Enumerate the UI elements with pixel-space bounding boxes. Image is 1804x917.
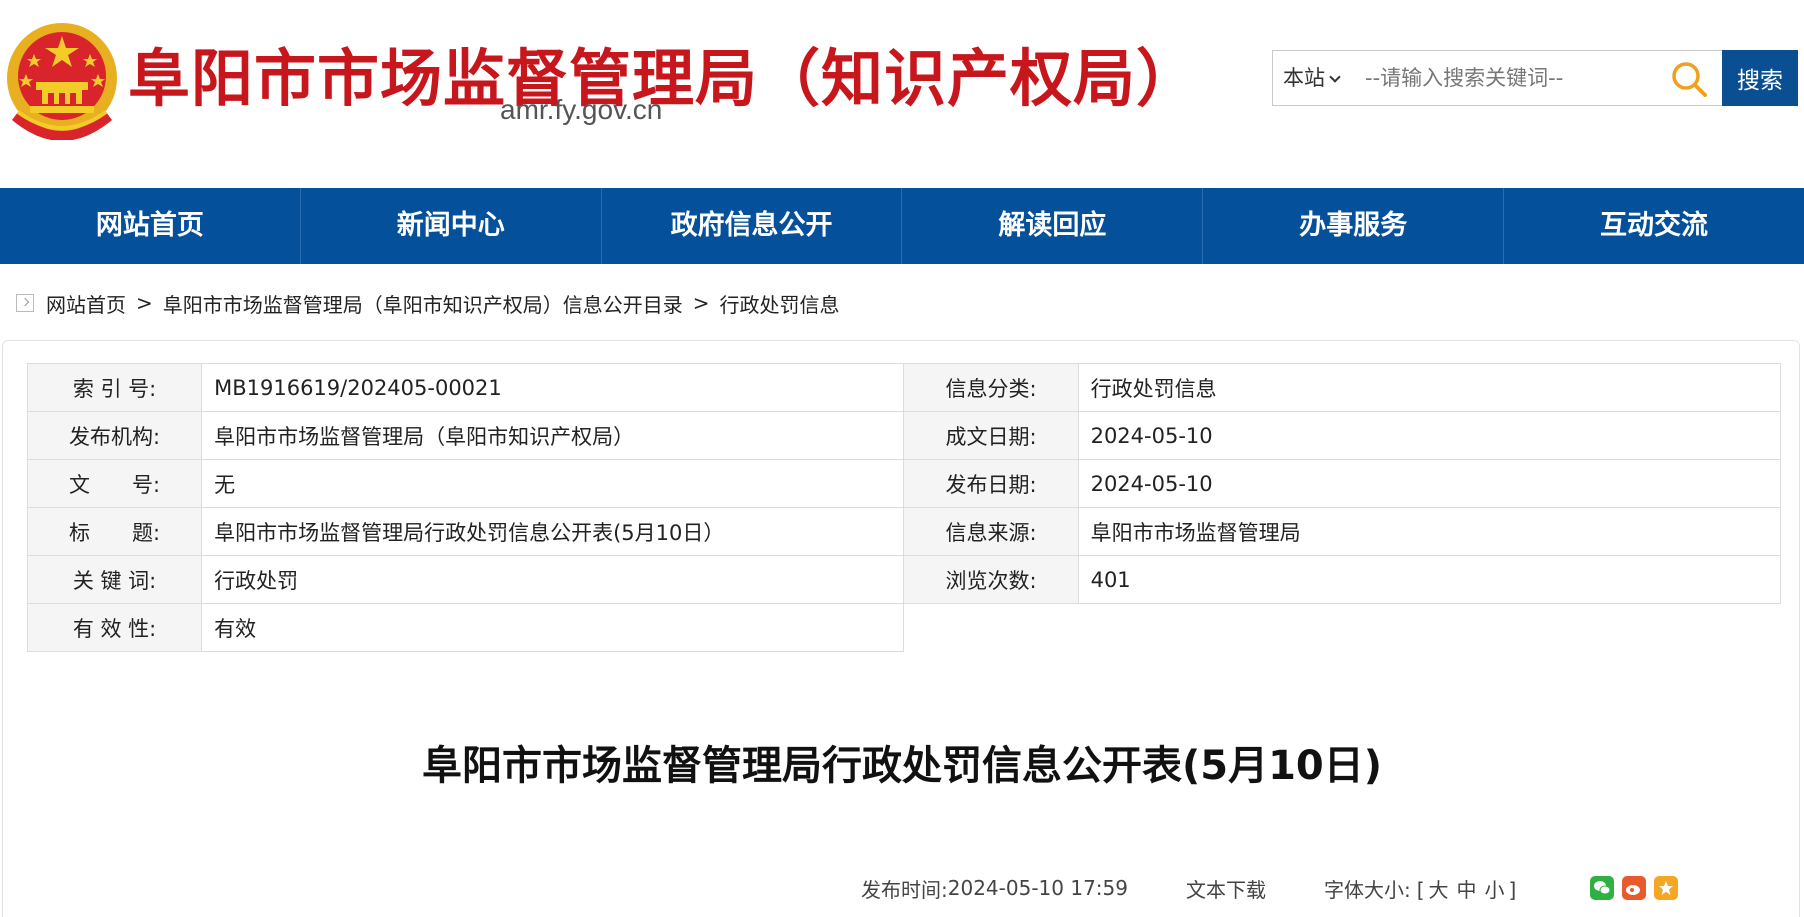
download-link[interactable]: 文本下载: [1186, 874, 1266, 903]
main-nav: 网站首页 新闻中心 政府信息公开 解读回应 办事服务 互动交流: [0, 188, 1804, 264]
font-size-bracket-open: [: [1416, 877, 1425, 902]
table-row: 标 题: 阜阳市市场监督管理局行政处罚信息公开表(5月10日） 信息来源: 阜阳…: [26, 507, 1782, 556]
breadcrumb-separator: >: [136, 291, 153, 315]
share-buttons: [1590, 876, 1686, 900]
site-domain: amr.fy.gov.cn: [500, 94, 663, 125]
search-icon[interactable]: [1669, 59, 1709, 99]
location-icon: [16, 294, 34, 312]
chevron-down-icon: [1329, 71, 1341, 83]
font-large-button[interactable]: 大: [1429, 878, 1449, 902]
publish-time-label: 发布时间:: [861, 877, 948, 902]
breadcrumb-separator: >: [692, 291, 710, 315]
search-scope-label: 本站: [1283, 66, 1325, 90]
index-value: MB1916619/202405-00021: [201, 363, 905, 412]
breadcrumb-home[interactable]: 网站首页: [46, 289, 126, 318]
publish-date-value: 2024-05-10: [1077, 459, 1782, 508]
info-metadata-table: 索 引 号: MB1916619/202405-00021 信息分类: 行政处罚…: [26, 363, 1782, 652]
search-input[interactable]: [1365, 59, 1665, 97]
article-title: 阜阳市市场监督管理局行政处罚信息公开表(5月10日): [421, 743, 1383, 789]
nav-item-services[interactable]: 办事服务: [1203, 188, 1505, 264]
doc-no-value: 无: [201, 459, 905, 508]
weibo-icon[interactable]: [1622, 876, 1647, 900]
table-row: 发布机构: 阜阳市市场监督管理局（阜阳市知识产权局） 成文日期: 2024-05…: [26, 411, 1782, 460]
nav-item-interpretation[interactable]: 解读回应: [902, 188, 1204, 264]
validity-value: 有效: [201, 603, 905, 652]
table-row: 有 效 性: 有效: [26, 603, 1781, 652]
breadcrumb: 网站首页 > 阜阳市市场监督管理局（阜阳市知识产权局）信息公开目录 > 行政处罚…: [16, 288, 840, 318]
empty-cell: [903, 603, 1781, 652]
nav-item-gov-info[interactable]: 政府信息公开: [602, 188, 903, 264]
category-label: 信息分类:: [903, 363, 1079, 412]
title-label: 标 题:: [26, 507, 203, 556]
publisher-label: 发布机构:: [26, 411, 203, 460]
doc-no-label: 文 号:: [26, 459, 203, 508]
content-panel: 索 引 号: MB1916619/202405-00021 信息分类: 行政处罚…: [2, 340, 1800, 917]
written-date-label: 成文日期:: [903, 411, 1079, 460]
font-small-button[interactable]: 小: [1485, 878, 1505, 902]
index-label: 索 引 号:: [26, 363, 203, 412]
written-date-value: 2024-05-10: [1077, 411, 1782, 460]
publish-date-label: 发布日期:: [903, 459, 1079, 508]
font-size-controls: [大中小]: [1417, 874, 1517, 903]
font-size-bracket-close: ]: [1508, 877, 1517, 902]
wechat-icon[interactable]: [1590, 876, 1615, 900]
nav-item-home[interactable]: 网站首页: [0, 188, 301, 264]
title-value: 阜阳市市场监督管理局行政处罚信息公开表(5月10日）: [201, 507, 905, 556]
site-title: 阜阳市市场监督管理局（知识产权局）: [128, 42, 1200, 115]
publish-time-value: 2024-05-10 17:59: [947, 876, 1128, 900]
source-value: 阜阳市市场监督管理局: [1077, 507, 1782, 556]
font-size-label: 字体大小:: [1323, 877, 1411, 902]
category-value: 行政处罚信息: [1077, 363, 1782, 412]
source-label: 信息来源:: [903, 507, 1079, 556]
nav-item-news[interactable]: 新闻中心: [301, 188, 602, 264]
breadcrumb-catalog[interactable]: 阜阳市市场监督管理局（阜阳市知识产权局）信息公开目录: [163, 289, 683, 318]
search-box: 本站 搜索: [1272, 50, 1798, 106]
views-label: 浏览次数:: [903, 555, 1079, 604]
table-row: 关 键 词: 行政处罚 浏览次数: 401: [26, 555, 1782, 604]
nav-item-interaction[interactable]: 互动交流: [1504, 188, 1804, 264]
font-medium-button[interactable]: 中: [1457, 878, 1477, 902]
table-row: 索 引 号: MB1916619/202405-00021 信息分类: 行政处罚…: [26, 363, 1782, 412]
favorite-icon[interactable]: [1654, 876, 1679, 900]
breadcrumb-current[interactable]: 行政处罚信息: [720, 289, 840, 318]
validity-label: 有 效 性:: [26, 603, 203, 652]
site-header: 阜阳市市场监督管理局（知识产权局） amr.fy.gov.cn 本站 搜索: [0, 0, 1804, 188]
national-emblem-icon: [7, 23, 117, 140]
table-row: 文 号: 无 发布日期: 2024-05-10: [26, 459, 1782, 508]
views-value: 401: [1077, 555, 1782, 604]
article-info-bar: 发布时间: 2024-05-10 17:59 文本下载 字体大小: [大中小]: [861, 873, 1686, 903]
keywords-value: 行政处罚: [201, 555, 905, 604]
publisher-value: 阜阳市市场监督管理局（阜阳市知识产权局）: [201, 411, 905, 460]
search-button[interactable]: 搜索: [1722, 50, 1798, 106]
keywords-label: 关 键 词:: [26, 555, 203, 604]
search-scope-select[interactable]: 本站: [1273, 51, 1349, 105]
